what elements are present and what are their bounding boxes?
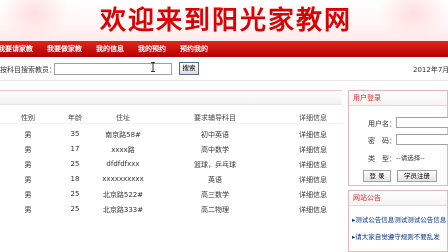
gender-cell: 男 [24, 206, 32, 214]
login-title: 用户登录 [349, 91, 447, 106]
address-cell: xxxx路 [111, 146, 135, 154]
site-title: 欢迎来到阳光家教网 [100, 6, 353, 36]
col-gender-header: 性别 [21, 114, 35, 122]
nav-appointments-to-me[interactable]: 预约我的 [180, 44, 208, 54]
table-row: 男 25 北京路522# 高三数学 详细信息 [0, 186, 342, 201]
age-cell: 18 [70, 175, 80, 183]
col-subject-header: 要求辅导科目 [194, 114, 236, 122]
address-cell: 北京路522# [102, 191, 144, 199]
age-cell: 25 [70, 205, 80, 213]
subject-cell: 篮球，乒乓球 [194, 161, 236, 169]
table-row: 男 17 xxxx路 高中数学 详细信息 [0, 141, 342, 156]
text-cursor-icon [151, 62, 155, 72]
subject-cell: 初中英语 [201, 131, 229, 139]
gender-cell: 男 [24, 176, 32, 184]
nav-request-tutor[interactable]: 我要请家教 [0, 44, 33, 54]
search-button[interactable]: 搜索 [179, 62, 199, 75]
address-cell: 南京路58# [105, 131, 141, 139]
type-label: 类 型： [368, 155, 396, 163]
search-bar: 按科目搜索教员： 搜索 2012年7月 [0, 57, 448, 81]
age-cell: 35 [70, 130, 80, 138]
subject-cell: 英语 [208, 176, 222, 184]
subject-cell: 高三数学 [201, 191, 229, 199]
table-header: 性别 年龄 住址 要求辅导科目 详细信息 [0, 110, 342, 124]
age-cell: 17 [70, 145, 80, 153]
gender-cell: 男 [24, 131, 32, 139]
sidebar: 用户登录 用户名： 密 码： 类 型： --请选择-- 登 录 学员注册 网站公… [348, 90, 448, 252]
password-input[interactable] [396, 134, 448, 145]
notice-box: 网站公告 ▸测试公告信息测试测试公告信息 ▸请大家自觉遵守规则不要乱发 [348, 190, 448, 252]
gender-cell: 男 [24, 161, 32, 169]
gender-cell: 男 [24, 146, 32, 154]
table-row: 男 35 南京路58# 初中英语 详细信息 [0, 126, 342, 141]
username-label: 用户名： [368, 120, 396, 128]
detail-link[interactable]: 详细信息 [295, 205, 331, 215]
address-cell: dfdfdfxxx [106, 160, 140, 168]
password-label: 密 码： [368, 137, 396, 145]
subject-cell: 高中数学 [201, 146, 229, 154]
username-input[interactable] [396, 117, 448, 128]
col-detail-header: 详细信息 [299, 114, 327, 122]
detail-link[interactable]: 详细信息 [295, 145, 331, 155]
date-display: 2012年7月 [413, 66, 448, 74]
notice-item[interactable]: ▸测试公告信息测试测试公告信息 [352, 214, 446, 224]
banner-decoration-right [378, 0, 448, 41]
col-age-header: 年龄 [68, 114, 82, 122]
student-register-button[interactable]: 学员注册 [397, 170, 437, 182]
address-cell: 北京路333# [102, 206, 144, 214]
notice-item[interactable]: ▸请大家自觉遵守规则不要乱发 [352, 231, 440, 241]
nav-my-info[interactable]: 我的信息 [96, 44, 124, 54]
address-cell: xxxxxxxxxx [102, 175, 144, 183]
requests-panel: 性别 年龄 住址 要求辅导科目 详细信息 男 35 南京路58# 初中英语 详细… [0, 90, 342, 252]
subject-cell: 高二物理 [201, 206, 229, 214]
main-nav: 我要请家教 我要做家教 我的信息 我的预约 预约我的 [0, 41, 448, 57]
detail-link[interactable]: 详细信息 [295, 190, 331, 200]
gender-cell: 男 [24, 191, 32, 199]
login-button[interactable]: 登 录 [363, 170, 391, 182]
detail-link[interactable]: 详细信息 [295, 160, 331, 170]
age-cell: 25 [70, 160, 80, 168]
banner-decoration-left [0, 0, 70, 41]
login-box: 用户登录 用户名： 密 码： 类 型： --请选择-- 登 录 学员注册 [348, 90, 448, 186]
col-address-header: 住址 [116, 114, 130, 122]
age-cell: 25 [70, 190, 80, 198]
search-label: 按科目搜索教员： [0, 66, 56, 74]
table-row: 男 25 dfdfdfxxx 篮球，乒乓球 详细信息 [0, 156, 342, 171]
nav-become-tutor[interactable]: 我要做家教 [47, 44, 82, 54]
notice-title: 网站公告 [349, 191, 447, 206]
nav-my-appointments[interactable]: 我的预约 [138, 44, 166, 54]
site-banner: 欢迎来到阳光家教网 [0, 0, 448, 41]
panel-header [0, 90, 342, 105]
table-row: 男 18 xxxxxxxxxx 英语 详细信息 [0, 171, 342, 186]
detail-link[interactable]: 详细信息 [295, 130, 331, 140]
detail-link[interactable]: 详细信息 [295, 175, 331, 185]
table-row: 男 25 北京路333# 高二物理 详细信息 [0, 201, 342, 216]
user-type-select[interactable]: --请选择-- [396, 153, 448, 164]
